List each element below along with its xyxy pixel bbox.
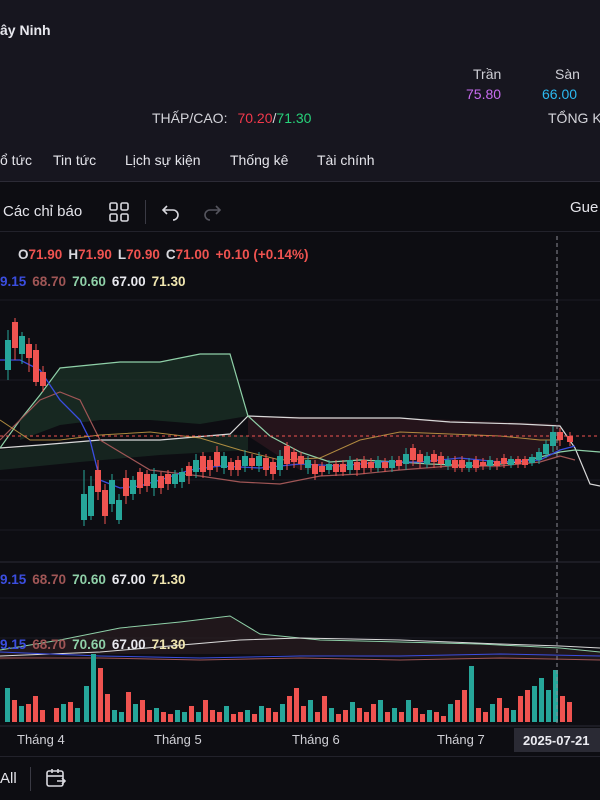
close-value: 71.00: [175, 247, 210, 262]
ichimoku-legend-2: 9.15 68.70 70.60 67.00 71.30: [0, 572, 191, 587]
tab-bar: ổ tức Tin tức Lịch sự kiện Thống kê Tài …: [0, 140, 600, 182]
span-a-value: 70.60: [72, 637, 106, 652]
span-b-value: 67.00: [111, 274, 146, 289]
undo-icon[interactable]: [159, 200, 183, 224]
x-axis-label: Tháng 5: [154, 732, 202, 747]
ceiling-label: Trần: [473, 66, 502, 82]
high-label: H: [68, 247, 79, 262]
kijun-value: 68.70: [32, 572, 67, 587]
tenkan-value: 9.15: [0, 637, 27, 652]
low-high-label: THẤP/CAO:: [152, 110, 228, 126]
change-value: +0.10 (+0.14%): [215, 247, 309, 262]
redo-icon[interactable]: [200, 200, 224, 224]
calendar-icon[interactable]: [44, 766, 68, 790]
quote-header: ây Ninh Trần Sàn 75.80 66.00 THẤP/CAO: 70…: [0, 0, 600, 140]
tab-events[interactable]: Lịch sự kiện: [125, 152, 201, 168]
ceiling-value: 75.80: [466, 86, 502, 102]
span-a-value: 70.60: [72, 572, 106, 587]
ichimoku-legend: 9.15 68.70 70.60 67.00 71.30: [0, 274, 191, 289]
x-axis-label: Tháng 7: [437, 732, 485, 747]
high-value: 71.30: [276, 110, 312, 126]
low-ohlc-value: 70.90: [126, 247, 160, 262]
chart-toolbar: Các chỉ báo: [0, 192, 600, 232]
low-value: 70.20: [237, 110, 273, 126]
tab-dividends[interactable]: ổ tức: [0, 152, 32, 168]
chikou-value: 71.30: [151, 572, 186, 587]
chart-bottom-bar: All: [0, 756, 600, 800]
chikou-value: 71.30: [151, 274, 186, 289]
low-high: THẤP/CAO: 70.20/71.30: [152, 110, 311, 126]
toolbar-divider: [145, 200, 146, 224]
bottom-divider: [30, 767, 31, 791]
crosshair-date: 2025-07-21: [523, 733, 590, 748]
range-all-button[interactable]: All: [0, 770, 17, 787]
high-ohlc-value: 71.90: [78, 247, 112, 262]
tenkan-value: 9.15: [0, 274, 27, 289]
open-value: 71.90: [28, 247, 63, 262]
span-b-value: 67.00: [111, 572, 146, 587]
open-label: O: [18, 247, 29, 262]
span-a-value: 70.60: [72, 274, 106, 289]
volume-bars: [5, 654, 572, 722]
company-name: ây Ninh: [0, 22, 51, 38]
total-label: TỔNG K: [548, 110, 600, 126]
grid-icon[interactable]: [107, 200, 131, 224]
low-label: L: [117, 247, 127, 262]
tab-news[interactable]: Tin tức: [53, 152, 96, 168]
chikou-value: 71.30: [151, 637, 186, 652]
ichimoku-cloud-green: [20, 354, 248, 440]
kijun-value: 68.70: [32, 274, 67, 289]
ichimoku-legend-3: 9.15 68.70 70.60 67.00 71.30: [0, 637, 191, 652]
ohlc-legend: O71.90 H71.90 L70.90 C71.00 +0.10 (+0.14%): [18, 247, 315, 262]
tab-statistics[interactable]: Thống kê: [230, 152, 288, 168]
floor-label: Sàn: [555, 66, 580, 82]
tab-finance[interactable]: Tài chính: [317, 152, 375, 168]
kijun-value: 68.70: [32, 637, 67, 652]
indicators-button[interactable]: Các chỉ báo: [3, 203, 82, 220]
tenkan-value: 9.15: [0, 572, 27, 587]
close-label: C: [165, 247, 176, 262]
price-chart[interactable]: Tháng 4 Tháng 5 Tháng 6 Tháng 7 2025-07-…: [0, 236, 600, 756]
guest-label[interactable]: Gue: [570, 199, 598, 216]
floor-value: 66.00: [542, 86, 578, 102]
x-axis-label: Tháng 4: [17, 732, 65, 747]
span-b-value: 67.00: [111, 637, 146, 652]
x-axis-label: Tháng 6: [292, 732, 340, 747]
